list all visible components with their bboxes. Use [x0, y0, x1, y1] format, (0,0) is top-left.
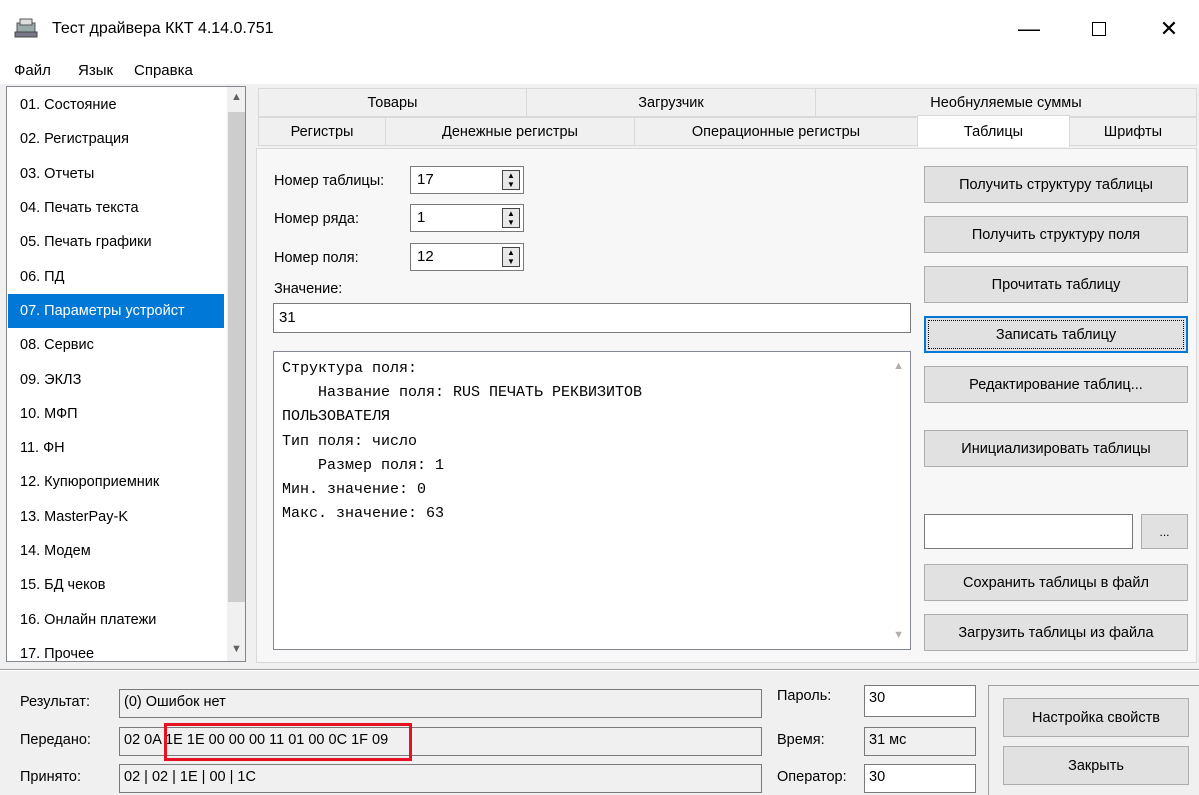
memo-line: Название поля: RUS ПЕЧАТЬ РЕКВИЗИТОВ [282, 384, 643, 402]
memo-line: Размер поля: 1 [282, 456, 445, 474]
sidebar-item[interactable]: 08. Сервис [8, 328, 224, 362]
scroll-down-icon[interactable]: ▼ [228, 643, 245, 655]
tab-goods[interactable]: Товары [258, 88, 527, 117]
write-table-button[interactable]: Записать таблицу [924, 316, 1188, 353]
menu-help[interactable]: Справка [134, 62, 193, 79]
tab-money-registers[interactable]: Денежные регистры [385, 117, 635, 146]
save-tables-button[interactable]: Сохранить таблицы в файл [924, 564, 1188, 601]
edit-tables-button[interactable]: Редактирование таблиц... [924, 366, 1188, 403]
load-tables-button[interactable]: Загрузить таблицы из файла [924, 614, 1188, 651]
time-field: 31 мс [864, 727, 976, 756]
settings-button[interactable]: Настройка свойств [1003, 698, 1189, 737]
received-label: Принято: [20, 769, 82, 785]
browse-button[interactable]: ... [1141, 514, 1188, 549]
memo-scroll-down-icon[interactable]: ▼ [893, 629, 904, 641]
row-number-label: Номер ряда: [274, 211, 359, 227]
memo-line: Тип поля: число [282, 432, 418, 450]
sidebar-item[interactable]: 07. Параметры устройст [8, 293, 224, 329]
menu-file[interactable]: Файл [14, 62, 51, 79]
memo-line: Макс. значение: 63 [282, 505, 445, 523]
menu-bar: Файл Язык Справка [0, 58, 1199, 84]
sidebar-item[interactable]: 14. Модем [8, 534, 224, 568]
sidebar-item[interactable]: 06. ПД [8, 260, 224, 294]
tab-registers[interactable]: Регистры [258, 117, 386, 146]
table-number-spinner[interactable]: 17 ▲ ▼ [410, 166, 524, 194]
sidebar-item[interactable]: 12. Купюроприемник [8, 465, 224, 499]
menu-language[interactable]: Язык [78, 62, 113, 79]
spin-arrows-icon[interactable]: ▲ ▼ [502, 247, 520, 267]
sidebar-list[interactable]: 01. Состояние 02. Регистрация 03. Отчеты 04… [6, 86, 246, 662]
sidebar-item[interactable]: 17. Прочее [8, 637, 224, 661]
tab-fonts[interactable]: Шрифты [1069, 117, 1197, 146]
sidebar-item[interactable]: 11. ФН [8, 431, 224, 465]
scroll-up-icon[interactable]: ▲ [228, 91, 245, 103]
status-separator [0, 669, 1199, 671]
result-label: Результат: [20, 694, 90, 710]
tab-nonreset-sums[interactable]: Необнуляемые суммы [815, 88, 1197, 117]
password-label: Пароль: [777, 688, 832, 704]
sidebar-item[interactable]: 05. Печать графики [8, 225, 224, 259]
sidebar-item[interactable]: 02. Регистрация [8, 122, 224, 156]
title-bar: Тест драйвера ККТ 4.14.0.751 — ✕ [0, 0, 1199, 58]
tab-tables[interactable]: Таблицы [917, 115, 1070, 147]
app-icon [14, 18, 38, 38]
tab-operation-registers[interactable]: Операционные регистры [634, 117, 918, 146]
close-window-button[interactable]: ✕ [1134, 0, 1199, 58]
read-table-button[interactable]: Прочитать таблицу [924, 266, 1188, 303]
close-button[interactable]: Закрыть [1003, 746, 1189, 785]
spin-arrows-icon[interactable]: ▲ ▼ [502, 170, 520, 190]
table-number-value: 17 [417, 171, 434, 188]
highlight-box [164, 723, 412, 761]
sidebar-item[interactable]: 09. ЭКЛЗ [8, 362, 224, 396]
memo-scroll-up-icon[interactable]: ▲ [893, 360, 904, 372]
window-title: Тест драйвера ККТ 4.14.0.751 [52, 20, 274, 37]
password-field[interactable]: 30 [864, 685, 976, 717]
get-table-structure-button[interactable]: Получить структуру таблицы [924, 166, 1188, 203]
field-number-value: 12 [417, 248, 434, 265]
field-number-spinner[interactable]: 12 ▲ ▼ [410, 243, 524, 271]
field-structure-memo[interactable]: Структура поля: Название поля: RUS ПЕЧАТ… [273, 351, 911, 650]
operator-label: Оператор: [777, 769, 847, 785]
sidebar-item[interactable]: 10. МФП [8, 397, 224, 431]
sent-label: Передано: [20, 732, 91, 748]
tab-loader[interactable]: Загрузчик [526, 88, 816, 117]
sidebar-item[interactable]: 13. MasterPay-K [8, 500, 224, 534]
sidebar-item[interactable]: 15. БД чеков [8, 568, 224, 602]
received-field: 02 | 02 | 1E | 00 | 1C [119, 764, 762, 793]
maximize-button[interactable] [1064, 0, 1134, 58]
value-input[interactable]: 31 [273, 303, 911, 333]
row-number-value: 1 [417, 209, 426, 226]
sidebar-item[interactable]: 03. Отчеты [8, 157, 224, 191]
sidebar-item[interactable]: 01. Состояние [8, 88, 224, 122]
sidebar-scroll-thumb[interactable] [228, 112, 245, 602]
memo-line: Мин. значение: 0 [282, 481, 427, 498]
operator-field[interactable]: 30 [864, 764, 976, 793]
sidebar-item[interactable]: 04. Печать текста [8, 191, 224, 225]
result-field: (0) Ошибок нет [119, 689, 762, 718]
memo-line: ПОЛЬЗОВАТЕЛЯ [282, 408, 391, 426]
sidebar-item[interactable]: 16. Онлайн платежи [8, 603, 224, 637]
field-number-label: Номер поля: [274, 250, 359, 266]
get-field-structure-button[interactable]: Получить структуру поля [924, 216, 1188, 253]
minimize-button[interactable]: — [994, 0, 1064, 58]
time-label: Время: [777, 732, 825, 748]
value-label: Значение: [274, 281, 343, 297]
memo-line: Структура поля: [282, 360, 418, 377]
spin-arrows-icon[interactable]: ▲ ▼ [502, 208, 520, 228]
init-tables-button[interactable]: Инициализировать таблицы [924, 430, 1188, 467]
table-number-label: Номер таблицы: [274, 173, 385, 189]
row-number-spinner[interactable]: 1 ▲ ▼ [410, 204, 524, 232]
file-path-input[interactable] [924, 514, 1133, 549]
value-text: 31 [279, 309, 296, 326]
